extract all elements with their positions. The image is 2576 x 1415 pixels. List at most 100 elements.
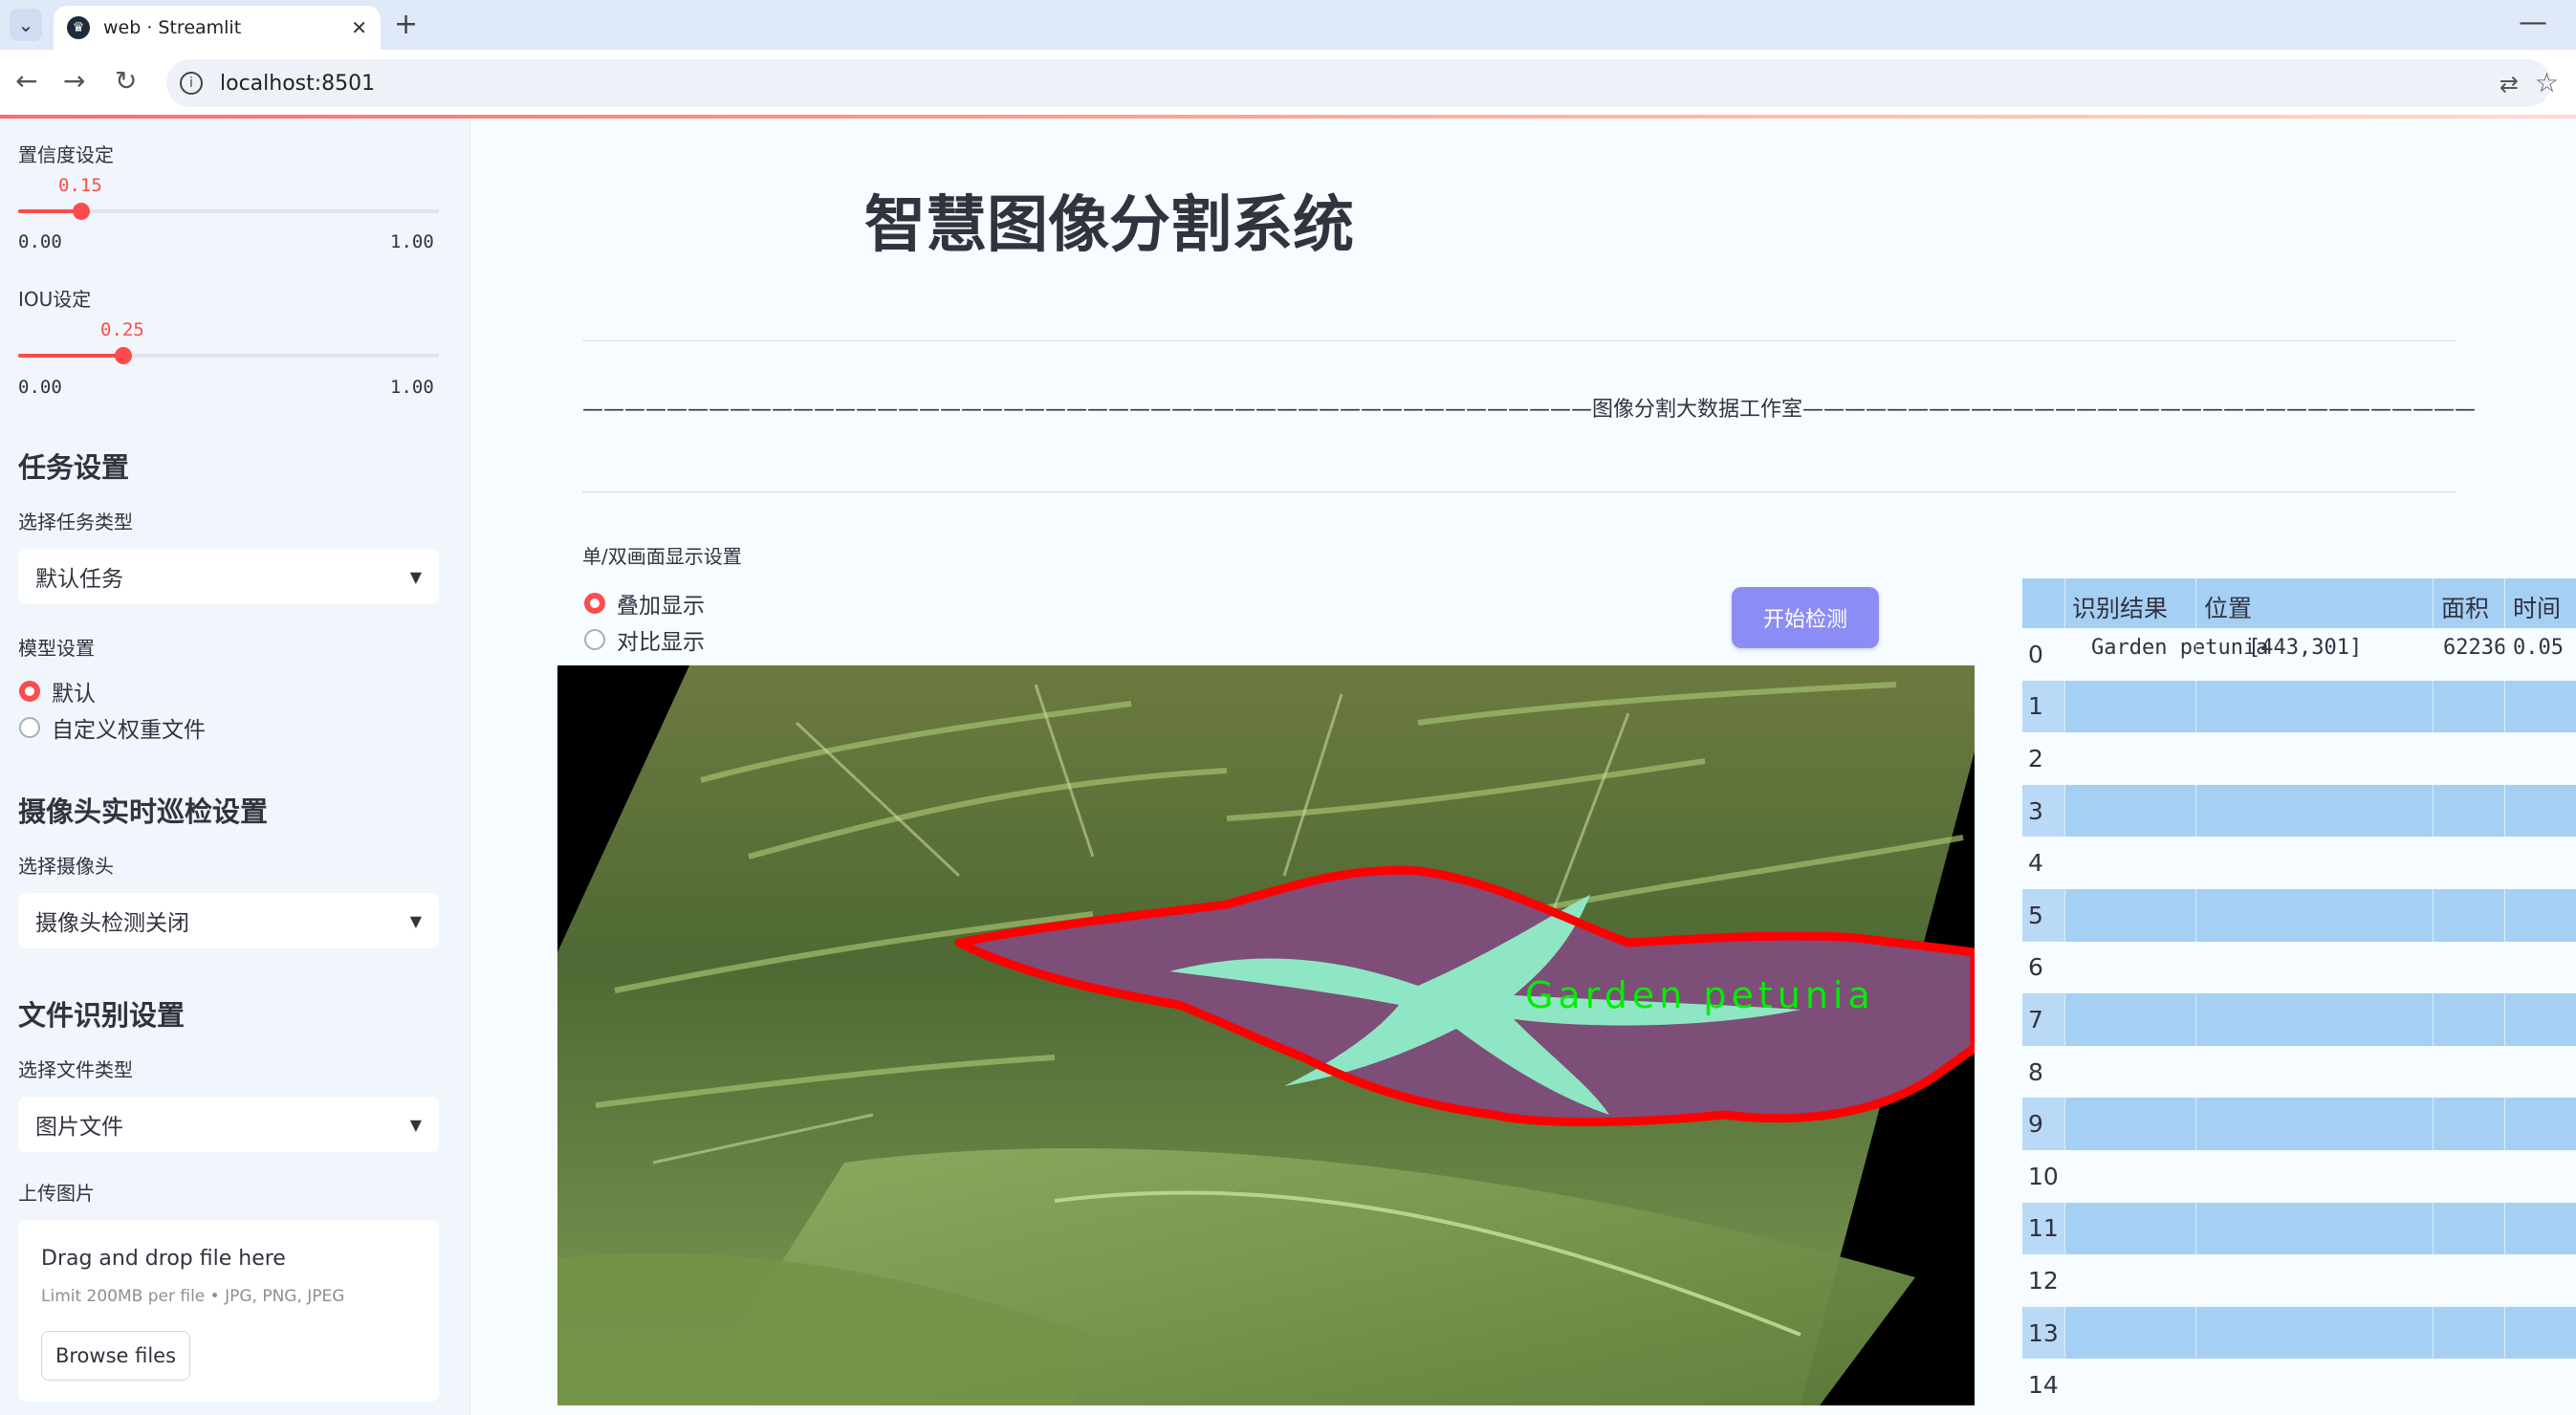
- table-row[interactable]: 10: [2022, 1150, 2576, 1203]
- camera-select[interactable]: 摄像头检测关闭 ▼: [18, 893, 439, 948]
- results-table-header: 识别结果 位置 面积 时间: [2022, 578, 2576, 628]
- column-separator: [2433, 578, 2434, 1415]
- back-arrow-icon[interactable]: ←: [15, 65, 37, 97]
- display-option-label: 叠加显示: [617, 594, 705, 619]
- site-info-icon[interactable]: i: [180, 72, 203, 95]
- display-option-compare[interactable]: 对比显示: [584, 623, 705, 656]
- table-row[interactable]: 3: [2022, 784, 2576, 838]
- results-table[interactable]: 识别结果 位置 面积 时间 0 Garden petunia [443,301] 6 2…: [2022, 578, 2576, 1415]
- table-row[interactable]: 4: [2022, 837, 2576, 889]
- row-index: 3: [2022, 784, 2064, 838]
- column-header-position[interactable]: 位置: [2204, 590, 2252, 624]
- cell-position: [443,301]: [2248, 636, 2363, 660]
- table-row[interactable]: 11: [2022, 1202, 2576, 1255]
- model-settings-label: 模型设置: [18, 637, 95, 660]
- table-row[interactable]: 7: [2022, 993, 2576, 1046]
- column-header-time[interactable]: 时间: [2513, 590, 2561, 624]
- display-option-label: 对比显示: [617, 630, 705, 655]
- table-row[interactable]: 6: [2022, 941, 2576, 994]
- camera-select-value: 摄像头检测关闭: [35, 911, 189, 936]
- table-row[interactable]: 14: [2022, 1359, 2576, 1411]
- iou-slider-fill: [18, 354, 123, 358]
- radio-unselected-icon[interactable]: [584, 629, 605, 650]
- cell-result: Garden petunia: [2091, 636, 2269, 660]
- chevron-down-icon: ▼: [409, 567, 422, 586]
- row-index: 9: [2022, 1098, 2064, 1150]
- bookmark-star-icon[interactable]: ☆: [2535, 67, 2559, 98]
- file-uploader-dropzone[interactable]: Drag and drop file here Limit 200MB per …: [18, 1220, 439, 1402]
- forward-arrow-icon[interactable]: →: [63, 65, 85, 97]
- task-settings-heading: 任务设置: [18, 451, 130, 484]
- reload-icon[interactable]: ↻: [115, 65, 137, 97]
- table-row[interactable]: 9: [2022, 1098, 2576, 1150]
- browser-tab[interactable]: ♛ web · Streamlit ✕: [54, 6, 381, 50]
- address-bar-row: ← → ↻ i localhost:8501 ⇄ ☆: [0, 50, 2576, 117]
- row-index: 0: [2022, 628, 2064, 681]
- row-index: 13: [2022, 1306, 2064, 1360]
- file-type-label: 选择文件类型: [18, 1058, 133, 1081]
- iou-slider[interactable]: [18, 347, 439, 364]
- upload-label: 上传图片: [18, 1182, 95, 1205]
- file-type-value: 图片文件: [35, 1115, 123, 1140]
- window-minimize-icon[interactable]: —: [2519, 6, 2547, 39]
- cell-time: 0.05: [2513, 636, 2564, 660]
- column-separator: [2064, 578, 2065, 1415]
- row-index: 5: [2022, 889, 2064, 942]
- browse-files-button[interactable]: Browse files: [41, 1331, 190, 1381]
- divider: [582, 340, 2456, 341]
- tab-list-chevron-icon[interactable]: ⌄: [10, 9, 42, 41]
- table-row[interactable]: 1: [2022, 680, 2576, 733]
- tab-title: web · Streamlit: [103, 17, 242, 38]
- new-tab-plus-icon[interactable]: +: [394, 8, 418, 41]
- row-index: 14: [2022, 1359, 2064, 1411]
- task-type-label: 选择任务类型: [18, 511, 133, 533]
- row-index: 10: [2022, 1150, 2064, 1203]
- table-row[interactable]: 12: [2022, 1254, 2576, 1307]
- row-index: 4: [2022, 837, 2064, 889]
- model-option-label: 默认: [52, 682, 96, 707]
- row-index: 2: [2022, 732, 2064, 785]
- radio-unselected-icon[interactable]: [19, 717, 40, 738]
- url-text: localhost:8501: [220, 71, 376, 96]
- task-type-select[interactable]: 默认任务 ▼: [18, 549, 439, 604]
- upload-title: Drag and drop file here: [41, 1247, 286, 1271]
- radio-selected-icon[interactable]: [19, 681, 40, 702]
- row-index: 11: [2022, 1202, 2064, 1255]
- row-index: 8: [2022, 1045, 2064, 1099]
- table-row[interactable]: 13: [2022, 1306, 2576, 1360]
- petunia-photo: Garden petunia: [557, 665, 1975, 1405]
- url-field[interactable]: i localhost:8501: [166, 59, 2551, 107]
- chevron-down-icon: ▼: [409, 911, 422, 930]
- radio-selected-icon[interactable]: [584, 593, 605, 614]
- table-row[interactable]: 8: [2022, 1045, 2576, 1099]
- chevron-down-icon: ▼: [409, 1115, 422, 1134]
- file-type-select[interactable]: 图片文件 ▼: [18, 1097, 439, 1152]
- main-content: 智慧图像分割系统 ———————————————————————————————…: [471, 119, 2576, 1415]
- display-option-overlay[interactable]: 叠加显示: [584, 587, 705, 620]
- row-index: 7: [2022, 993, 2064, 1046]
- table-row[interactable]: 2: [2022, 732, 2576, 785]
- streamlit-favicon-icon: ♛: [67, 16, 90, 39]
- table-row[interactable]: 5: [2022, 889, 2576, 942]
- iou-label: IOU设定: [18, 288, 92, 311]
- column-header-result[interactable]: 识别结果: [2072, 590, 2168, 624]
- column-separator: [2504, 578, 2505, 1415]
- divider: [582, 491, 2456, 492]
- iou-max: 1.00: [390, 377, 434, 398]
- column-header-area[interactable]: 面积: [2441, 590, 2489, 624]
- iou-value: 0.25: [100, 319, 144, 340]
- row-index: 1: [2022, 680, 2064, 733]
- upload-limit: Limit 200MB per file • JPG, PNG, JPEG: [41, 1287, 345, 1306]
- start-detection-button[interactable]: 开始检测: [1732, 587, 1879, 648]
- tab-close-icon[interactable]: ✕: [351, 16, 367, 39]
- translate-icon[interactable]: ⇄: [2500, 71, 2519, 98]
- model-option-default[interactable]: 默认: [19, 675, 96, 708]
- table-row[interactable]: 0 Garden petunia [443,301] 62236 0.05: [2022, 628, 2576, 681]
- column-separator: [2195, 578, 2196, 1415]
- studio-banner: ————————————————————————————————————————…: [582, 398, 2476, 422]
- row-index: 12: [2022, 1254, 2064, 1307]
- iou-min: 0.00: [18, 377, 62, 398]
- browser-tab-bar: ⌄ ♛ web · Streamlit ✕ + —: [0, 0, 2576, 50]
- model-option-custom[interactable]: 自定义权重文件: [19, 711, 206, 744]
- iou-slider-thumb[interactable]: [115, 347, 132, 364]
